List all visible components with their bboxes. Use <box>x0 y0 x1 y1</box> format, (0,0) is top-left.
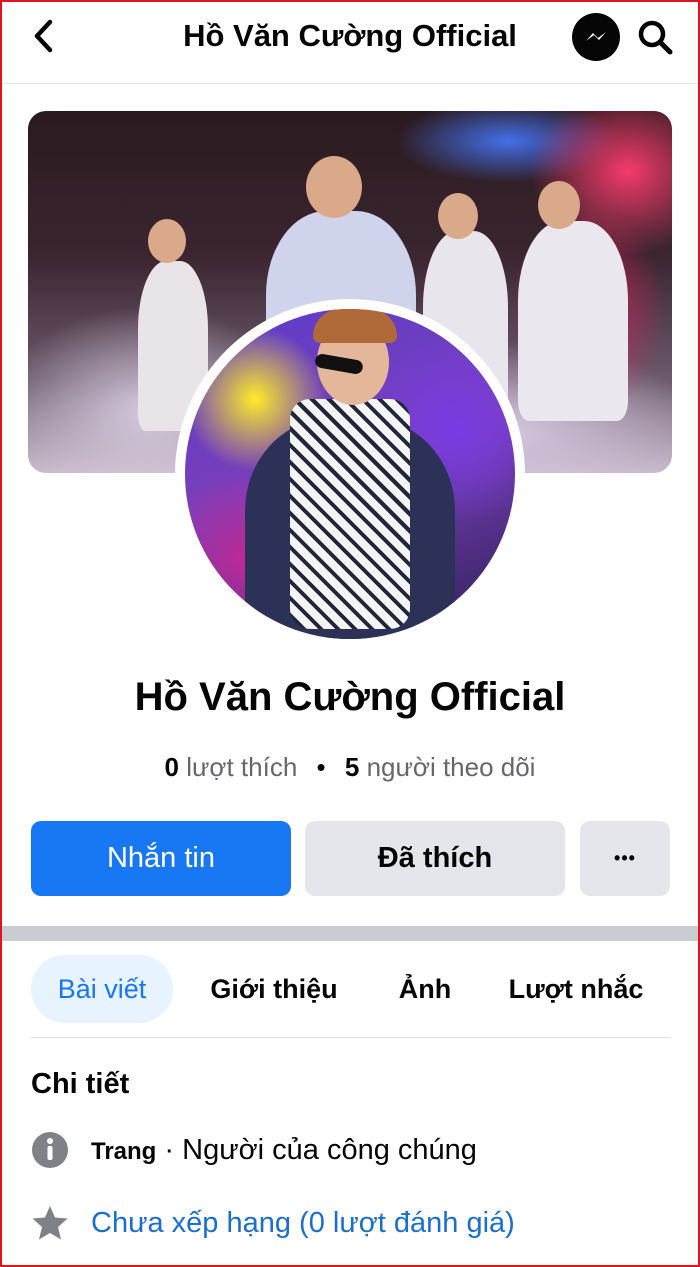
message-button[interactable]: Nhắn tin <box>31 821 291 896</box>
cover-dancer-head <box>438 193 478 239</box>
tab-photos[interactable]: Ảnh <box>387 955 463 1023</box>
search-button[interactable] <box>632 14 678 60</box>
category-value: Người của công chúng <box>182 1133 477 1166</box>
messenger-button[interactable] <box>572 13 620 61</box>
tab-about[interactable]: Giới thiệu <box>201 955 347 1023</box>
category-separator: · <box>156 1133 183 1166</box>
avatar-checkered-scarf <box>290 399 410 629</box>
cover-singer-head <box>306 156 362 218</box>
tab-mentions[interactable]: Lượt nhắc <box>501 955 651 1023</box>
top-bar: Hồ Văn Cường Official <box>0 0 700 84</box>
info-icon <box>32 1132 68 1168</box>
detail-rating-row: Chưa xếp hạng (0 lượt đánh giá) <box>31 1203 515 1243</box>
details-heading: Chi tiết <box>31 1068 130 1100</box>
profile-avatar[interactable] <box>175 299 525 649</box>
profile-tabs: Bài viết Giới thiệu Ảnh Lượt nhắc <box>31 955 669 1023</box>
liked-button[interactable]: Đã thích <box>305 821 565 896</box>
cover-dancer-head <box>148 219 186 263</box>
avatar-singer-hair <box>313 309 397 343</box>
section-divider <box>2 926 698 941</box>
likes-label: lượt thích <box>186 752 298 782</box>
likes-count: 0 <box>164 752 179 782</box>
followers-label: người theo dõi <box>366 752 536 782</box>
more-icon: ••• <box>614 848 636 868</box>
stats-separator: • <box>316 752 326 782</box>
followers-count: 5 <box>344 752 360 782</box>
cover-dancer-figure <box>518 221 628 421</box>
page-stats: 0 lượt thích • 5 người theo dõi <box>0 752 700 783</box>
category-prefix: Trang <box>91 1137 157 1165</box>
detail-category: Trang · Người của công chúng <box>91 1134 477 1167</box>
detail-category-row: Trang · Người của công chúng <box>31 1130 477 1170</box>
page-name: Hồ Văn Cường Official <box>134 675 566 719</box>
rating-link[interactable]: Chưa xếp hạng (0 lượt đánh giá) <box>91 1207 515 1240</box>
tabs-divider <box>31 1037 670 1038</box>
tab-posts[interactable]: Bài viết <box>31 955 173 1023</box>
cover-dancer-head <box>538 181 580 229</box>
star-icon <box>32 1206 68 1240</box>
more-options-button[interactable]: ••• <box>580 821 670 896</box>
avatar-photo <box>185 309 515 639</box>
search-icon <box>638 20 673 55</box>
messenger-icon <box>580 25 611 53</box>
